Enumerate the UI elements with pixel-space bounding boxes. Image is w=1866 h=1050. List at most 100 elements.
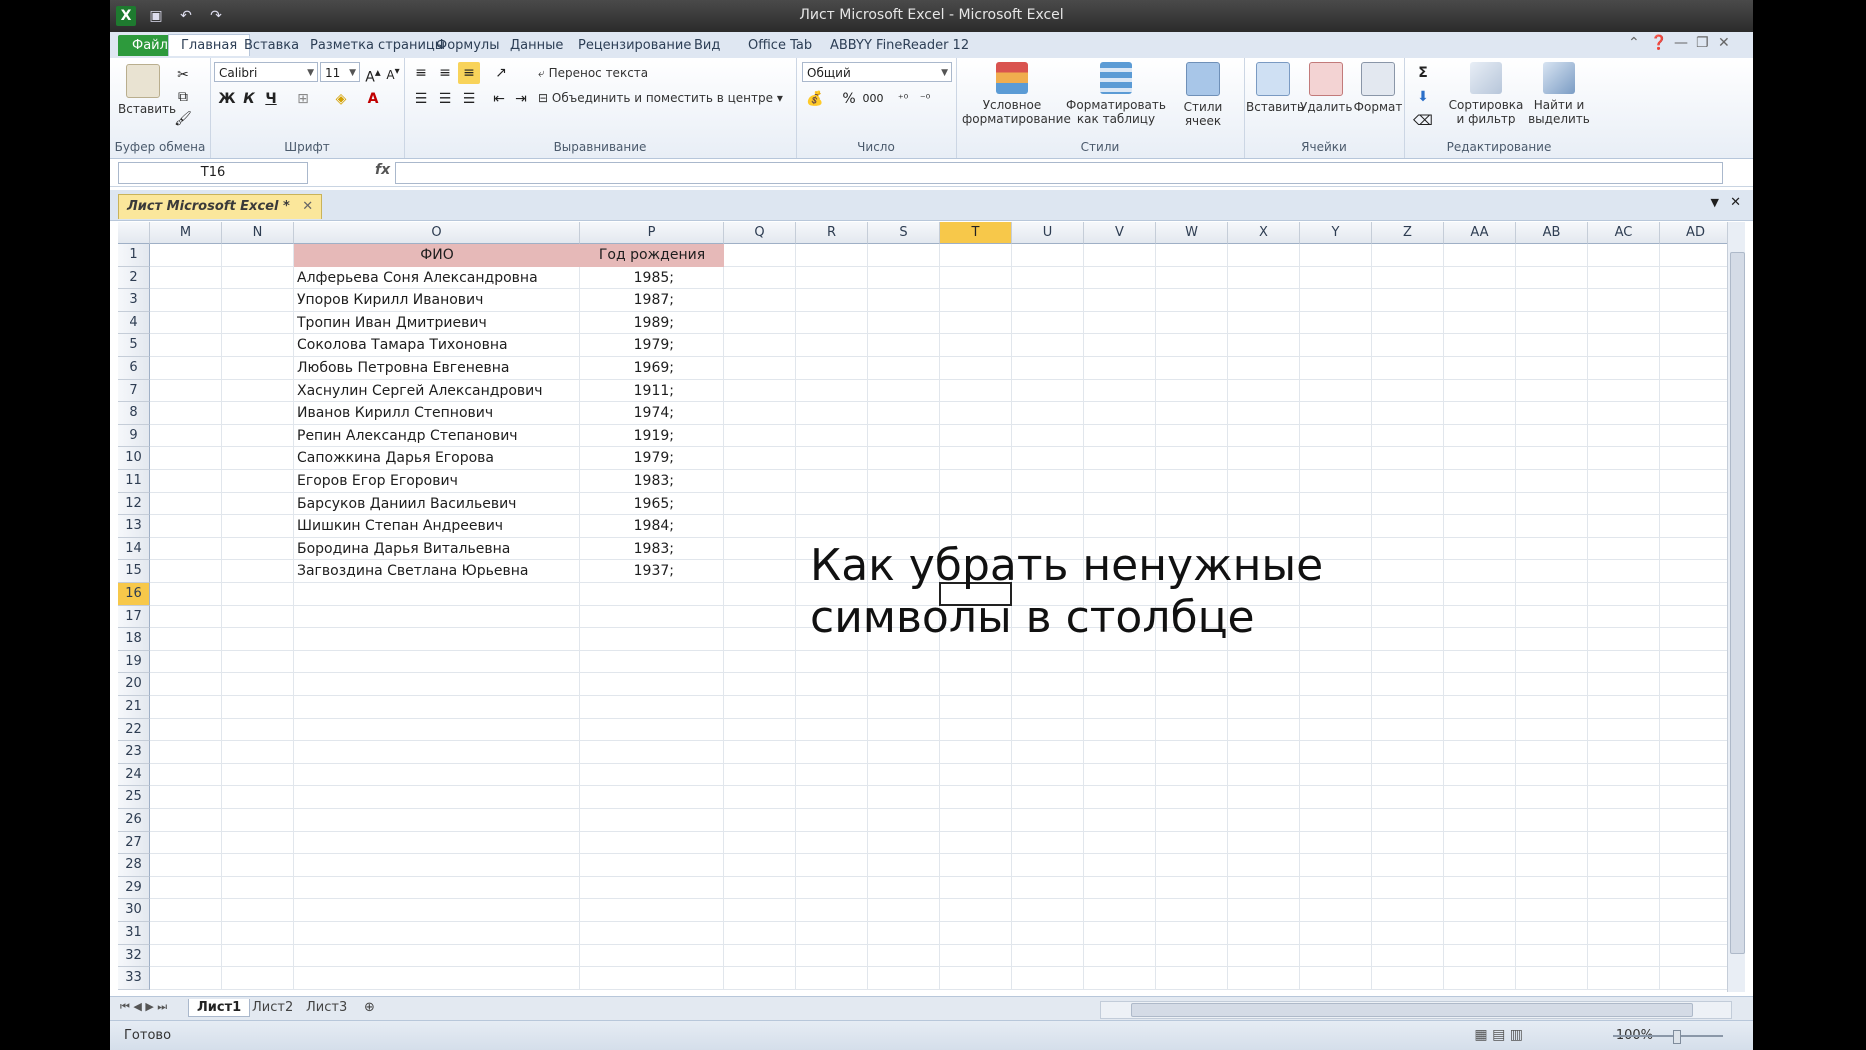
minimize-icon[interactable]: — [1674, 35, 1688, 51]
workbook-tab[interactable]: Лист Microsoft Excel * ✕ [118, 194, 323, 219]
new-sheet-icon[interactable]: ⊕ [356, 999, 383, 1016]
row-header-16[interactable]: 16 [118, 583, 150, 606]
align-center-icon[interactable]: ☰ [434, 88, 456, 110]
fill-icon[interactable]: ⬇ [1412, 86, 1434, 108]
close-workbook-icon[interactable]: ✕ [1730, 195, 1741, 210]
table-cell-year[interactable]: 1983; [580, 538, 674, 561]
column-header-w[interactable]: W [1156, 222, 1228, 244]
align-right-icon[interactable]: ☰ [458, 88, 480, 110]
row-header-9[interactable]: 9 [118, 424, 150, 448]
help-icon[interactable]: ❓ [1650, 35, 1667, 51]
restore-icon[interactable]: ❐ [1696, 35, 1709, 51]
increase-decimal-icon[interactable]: ⁺⁰ [892, 88, 914, 110]
number-format-combo[interactable]: Общий ▼ [802, 62, 952, 82]
row-header-21[interactable]: 21 [118, 696, 150, 719]
table-cell-fio[interactable]: Соколова Тамара Тихоновна [297, 334, 579, 357]
column-header-ab[interactable]: AB [1516, 222, 1588, 244]
table-header-year[interactable]: Год рождения [580, 244, 724, 267]
table-cell-year[interactable]: 1937; [580, 560, 674, 583]
table-cell-fio[interactable]: Хаснулин Сергей Александрович [297, 380, 579, 403]
cell-styles-button[interactable]: Стили ячеек [1170, 62, 1236, 128]
autosum-button[interactable]: Σ [1412, 62, 1434, 84]
zoom-slider-knob[interactable] [1673, 1030, 1681, 1044]
row-header-10[interactable]: 10 [118, 447, 150, 470]
table-cell-fio[interactable]: Бородина Дарья Витальевна [297, 538, 579, 561]
align-middle-icon[interactable]: ≡ [434, 62, 456, 84]
formula-input[interactable] [395, 162, 1723, 184]
table-cell-year[interactable]: 1969; [580, 357, 674, 380]
column-header-r[interactable]: R [796, 222, 868, 244]
clear-icon[interactable]: ⌫ [1412, 110, 1434, 132]
column-header-y[interactable]: Y [1300, 222, 1372, 244]
row-header-19[interactable]: 19 [118, 650, 150, 674]
column-header-u[interactable]: U [1012, 222, 1084, 244]
row-header-22[interactable]: 22 [118, 718, 150, 742]
column-header-aa[interactable]: AA [1444, 222, 1516, 244]
column-header-o[interactable]: O [294, 222, 580, 244]
row-header-2[interactable]: 2 [118, 266, 150, 290]
row-header-24[interactable]: 24 [118, 763, 150, 787]
thousands-button[interactable]: 000 [862, 88, 884, 110]
select-all-corner[interactable] [118, 222, 150, 244]
table-cell-year[interactable]: 1984; [580, 515, 674, 538]
orientation-icon[interactable]: ↗ [490, 62, 512, 84]
tab-data[interactable]: Данные [502, 36, 571, 55]
vertical-scrollbar[interactable] [1727, 222, 1745, 992]
underline-button[interactable]: Ч [260, 88, 282, 110]
table-header-fio[interactable]: ФИО [294, 244, 580, 267]
view-normal-icon[interactable]: ▦ ▤ ▥ [1474, 1027, 1523, 1043]
tab-abbyy[interactable]: ABBYY FineReader 12 [822, 36, 977, 55]
decrease-indent-icon[interactable]: ⇤ [488, 88, 510, 110]
fill-color-icon[interactable]: ◈ [330, 88, 352, 110]
table-cell-fio[interactable]: Тропин Иван Дмитриевич [297, 312, 579, 335]
row-header-25[interactable]: 25 [118, 786, 150, 809]
row-header-28[interactable]: 28 [118, 854, 150, 877]
table-cell-year[interactable]: 1979; [580, 447, 674, 470]
merge-center-button[interactable]: ⊟ Объединить и поместить в центре ▾ [538, 91, 783, 105]
tab-formulas[interactable]: Формулы [428, 36, 507, 55]
row-header-31[interactable]: 31 [118, 922, 150, 945]
column-header-v[interactable]: V [1084, 222, 1156, 244]
insert-cells-button[interactable]: Вставить [1246, 62, 1304, 114]
row-header-23[interactable]: 23 [118, 741, 150, 764]
table-cell-fio[interactable]: Барсуков Даниил Васильевич [297, 493, 579, 516]
align-bottom-icon[interactable]: ≡ [458, 62, 480, 84]
font-name-combo[interactable]: Calibri ▼ [214, 62, 318, 82]
conditional-formatting-button[interactable]: Условное форматирование [962, 62, 1071, 126]
close-icon[interactable]: ✕ [1718, 35, 1730, 51]
italic-button[interactable]: К [238, 88, 260, 110]
decrease-decimal-icon[interactable]: ⁻⁰ [914, 88, 936, 110]
tab-review[interactable]: Рецензирование [570, 36, 699, 55]
table-cell-year[interactable]: 1985; [580, 267, 674, 290]
table-cell-year[interactable]: 1965; [580, 493, 674, 516]
row-header-14[interactable]: 14 [118, 537, 150, 561]
column-header-p[interactable]: P [580, 222, 724, 244]
row-header-8[interactable]: 8 [118, 402, 150, 425]
sheet-tab-3[interactable]: Лист3 [298, 999, 355, 1016]
paste-button[interactable]: Вставить [118, 64, 176, 116]
column-header-ad[interactable]: AD [1660, 222, 1732, 244]
row-header-7[interactable]: 7 [118, 379, 150, 403]
row-header-20[interactable]: 20 [118, 673, 150, 696]
table-cell-year[interactable]: 1911; [580, 380, 674, 403]
table-cell-year[interactable]: 1987; [580, 289, 674, 312]
name-box[interactable]: T16 [118, 162, 308, 184]
cut-icon[interactable]: ✂ [172, 64, 194, 86]
column-header-x[interactable]: X [1228, 222, 1300, 244]
format-cells-button[interactable]: Формат [1352, 62, 1404, 114]
table-cell-year[interactable]: 1989; [580, 312, 674, 335]
borders-icon[interactable]: ⊞ [292, 88, 314, 110]
row-header-29[interactable]: 29 [118, 876, 150, 900]
column-header-n[interactable]: N [222, 222, 294, 244]
column-header-t[interactable]: T [940, 222, 1012, 244]
wrap-text-button[interactable]: ⤶ Перенос текста [538, 66, 648, 81]
row-header-6[interactable]: 6 [118, 357, 150, 380]
table-cell-fio[interactable]: Упоров Кирилл Иванович [297, 289, 579, 312]
delete-cells-button[interactable]: Удалить [1300, 62, 1353, 114]
table-cell-fio[interactable]: Иванов Кирилл Степнович [297, 402, 579, 425]
row-header-26[interactable]: 26 [118, 809, 150, 832]
row-header-1[interactable]: 1 [118, 244, 150, 267]
column-header-s[interactable]: S [868, 222, 940, 244]
row-header-12[interactable]: 12 [118, 492, 150, 516]
row-header-27[interactable]: 27 [118, 831, 150, 855]
